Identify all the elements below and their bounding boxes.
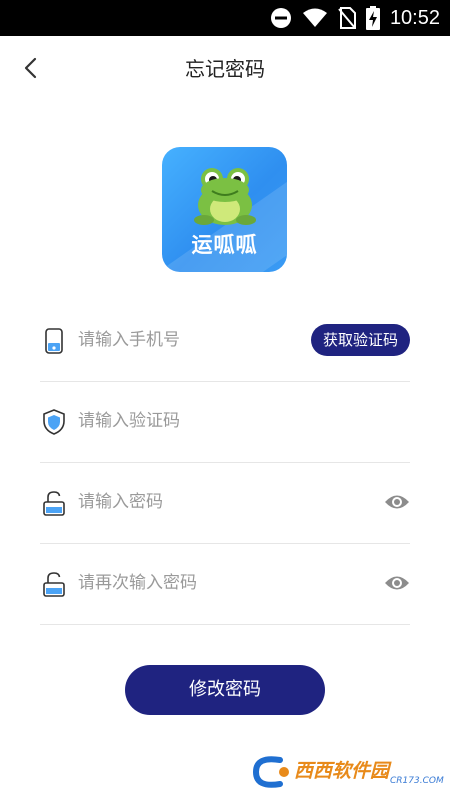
watermark-logo-icon bbox=[252, 756, 289, 788]
status-icons: 10:52 bbox=[270, 0, 440, 36]
page-title: 忘记密码 bbox=[185, 57, 265, 81]
submit-button[interactable]: 修改密码 bbox=[125, 665, 325, 715]
watermark-text: 西西软件园 bbox=[294, 760, 390, 782]
code-row bbox=[40, 382, 410, 463]
logo-text: 运呱呱 bbox=[191, 233, 258, 257]
status-time: 10:52 bbox=[389, 6, 440, 29]
eye-icon[interactable] bbox=[384, 573, 410, 593]
app-logo: 运呱呱 bbox=[162, 147, 287, 272]
confirm-password-row bbox=[40, 544, 410, 625]
phone-icon bbox=[45, 328, 63, 354]
shield-icon bbox=[43, 409, 65, 435]
get-code-button[interactable]: 获取验证码 bbox=[310, 324, 410, 356]
wifi-icon bbox=[302, 8, 327, 27]
watermark: 西西软件园 CR173.COM bbox=[250, 752, 444, 792]
password-input[interactable] bbox=[78, 487, 338, 517]
do-not-disturb-icon bbox=[270, 8, 291, 28]
lock-icon bbox=[43, 572, 65, 597]
no-sim-icon bbox=[338, 7, 356, 29]
lock-icon bbox=[43, 491, 65, 516]
code-input[interactable] bbox=[78, 406, 338, 436]
watermark-subtext: CR173.COM bbox=[390, 776, 444, 786]
eye-icon[interactable] bbox=[384, 492, 410, 512]
confirm-password-input[interactable] bbox=[78, 568, 338, 598]
frog-icon bbox=[194, 168, 256, 225]
phone-input[interactable] bbox=[78, 325, 338, 355]
header: 忘记密码 bbox=[0, 36, 450, 98]
battery-charging-icon bbox=[365, 6, 380, 30]
phone-row: 获取验证码 bbox=[40, 301, 410, 382]
password-row bbox=[40, 463, 410, 544]
status-bar: 10:52 bbox=[0, 0, 450, 36]
